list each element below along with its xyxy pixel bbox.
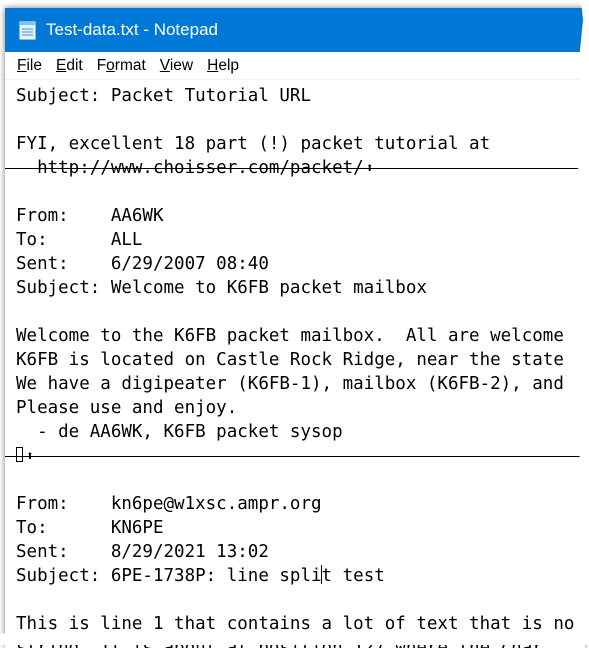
menu-format[interactable]: Format [90,57,153,75]
menu-view[interactable]: View [153,57,200,75]
line-feed-arrow-icon: ⬆ [366,157,374,181]
torn-edge-right [575,0,589,645]
text-line: Subject: Welcome to K6FB packet mailbox [16,276,574,300]
text-line [16,588,574,612]
menu-help[interactable]: Help [200,57,246,75]
text-line: From: AA6WK [16,204,574,228]
text-line: Subject: Packet Tutorial URL [16,84,574,108]
text-line: To: ALL [16,228,574,252]
text-line [16,108,574,132]
window-title: Test-data.txt - Notepad [46,20,218,40]
text-line: From: kn6pe@w1xsc.ampr.org [16,492,574,516]
text-line [16,300,574,324]
line-feed-arrow-icon: ⬆ [26,445,34,469]
text-line: We have a digipeater (K6FB-1), mailbox (… [16,372,574,396]
notepad-window: Test-data.txt - Notepad FileEditFormatVi… [5,8,585,648]
text-line: K6FB is located on Castle Rock Ridge, ne… [16,348,574,372]
title-bar[interactable]: Test-data.txt - Notepad [5,8,585,52]
menu-bar: FileEditFormatViewHelp [5,52,585,80]
text-line: FYI, excellent 18 part (!) packet tutori… [16,132,574,156]
text-line: Please use and enjoy. [16,396,574,420]
text-line: Welcome to the K6FB packet mailbox. All … [16,324,574,348]
text-line: To: KN6PE [16,516,574,540]
menu-file[interactable]: File [5,57,49,75]
text-line: Subject: 6PE-1738P: line split test [16,564,574,588]
text-editor[interactable]: Subject: Packet Tutorial URL FYI, excelle… [5,80,585,648]
document-text[interactable]: Subject: Packet Tutorial URL FYI, excelle… [16,84,574,648]
text-line: Sent: 6/29/2007 08:40 [16,252,574,276]
control-char-box [16,447,23,462]
notepad-icon [19,20,37,40]
text-line: Sent: 8/29/2021 13:02 [16,540,574,564]
separator-line [16,180,574,204]
torn-edge-bottom [0,621,589,645]
separator-line [16,468,574,492]
menu-edit[interactable]: Edit [49,57,90,75]
text-line: - de AA6WK, K6FB packet sysop [16,420,574,444]
